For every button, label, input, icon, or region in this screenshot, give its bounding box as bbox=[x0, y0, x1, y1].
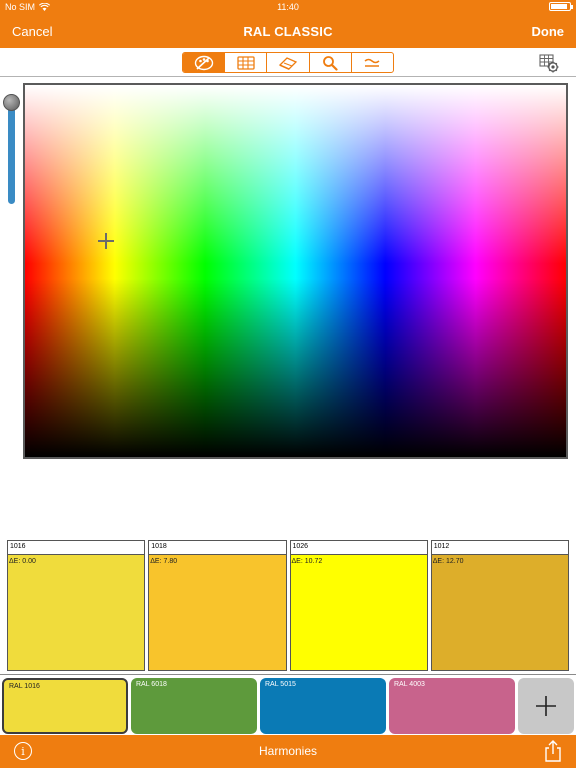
result-card[interactable]: 1018 ΔE: 7.80 bbox=[148, 540, 287, 671]
battery-fill bbox=[551, 4, 568, 9]
result-card[interactable]: 1012 ΔE: 12.70 bbox=[430, 540, 569, 671]
settings-gear-icon[interactable] bbox=[538, 52, 560, 74]
segment-search[interactable] bbox=[310, 53, 352, 72]
result-card[interactable]: 1016 ΔE: 0.00 bbox=[7, 540, 146, 671]
result-code: 1026 bbox=[290, 541, 427, 555]
result-swatch: ΔE: 7.80 bbox=[149, 555, 286, 670]
bottom-bar: i Harmonies bbox=[0, 735, 576, 768]
favorite-swatch[interactable]: RAL 5015 bbox=[260, 678, 386, 734]
result-delta: ΔE: 10.72 bbox=[291, 558, 323, 565]
result-delta: ΔE: 7.80 bbox=[150, 558, 178, 565]
result-code: 1018 bbox=[149, 541, 286, 555]
result-code: 1016 bbox=[8, 541, 145, 555]
result-delta: ΔE: 12.70 bbox=[432, 558, 464, 565]
favorite-swatch[interactable]: RAL 6018 bbox=[131, 678, 257, 734]
mode-toolbar bbox=[0, 48, 576, 77]
search-icon bbox=[323, 55, 338, 71]
approx-equal-icon bbox=[364, 58, 380, 67]
color-picker-field[interactable] bbox=[23, 83, 568, 459]
done-button[interactable]: Done bbox=[532, 24, 565, 39]
result-swatch: ΔE: 12.70 bbox=[431, 555, 568, 670]
favorite-swatch[interactable]: RAL 1016 bbox=[2, 678, 128, 734]
brightness-slider-knob[interactable] bbox=[3, 94, 20, 111]
favorite-swatch[interactable]: RAL 4003 bbox=[389, 678, 515, 734]
status-bar: No SIM 11:40 bbox=[0, 0, 576, 14]
app-root: No SIM 11:40 Cancel RAL CLASSIC Done 101… bbox=[0, 0, 576, 768]
battery-group bbox=[549, 2, 573, 11]
add-favorite-button[interactable] bbox=[518, 678, 574, 734]
result-card[interactable]: 1026 ΔE: 10.72 bbox=[289, 540, 428, 671]
mode-segmented-control bbox=[182, 52, 394, 73]
clock: 11:40 bbox=[277, 2, 299, 12]
navigation-bar: Cancel RAL CLASSIC Done bbox=[0, 14, 576, 48]
eraser-icon bbox=[278, 56, 298, 70]
segment-approx-match[interactable] bbox=[352, 53, 393, 72]
segment-color-fan[interactable] bbox=[225, 53, 268, 72]
divider bbox=[0, 674, 576, 675]
color-fan-icon bbox=[237, 55, 255, 70]
palette-icon bbox=[194, 55, 213, 70]
page-title: RAL CLASSIC bbox=[243, 24, 333, 39]
result-swatch: ΔE: 10.72 bbox=[290, 555, 427, 670]
result-swatch: ΔE: 0.00 bbox=[8, 555, 145, 670]
harmonies-button[interactable]: Harmonies bbox=[0, 744, 576, 758]
share-icon[interactable] bbox=[544, 740, 562, 762]
segment-eraser[interactable] bbox=[267, 53, 310, 72]
picker-crosshair-icon[interactable] bbox=[98, 233, 115, 250]
plus-icon bbox=[536, 696, 556, 716]
result-code: 1012 bbox=[431, 541, 568, 555]
result-delta: ΔE: 0.00 bbox=[9, 558, 36, 565]
battery-icon bbox=[549, 2, 573, 11]
segment-color-picker[interactable] bbox=[183, 53, 226, 72]
favorites-strip: RAL 1016 RAL 6018 RAL 5015 RAL 4003 bbox=[2, 678, 574, 734]
nearest-colors-list: 1016 ΔE: 0.00 1018 ΔE: 7.80 1026 ΔE: 10.… bbox=[7, 540, 569, 671]
